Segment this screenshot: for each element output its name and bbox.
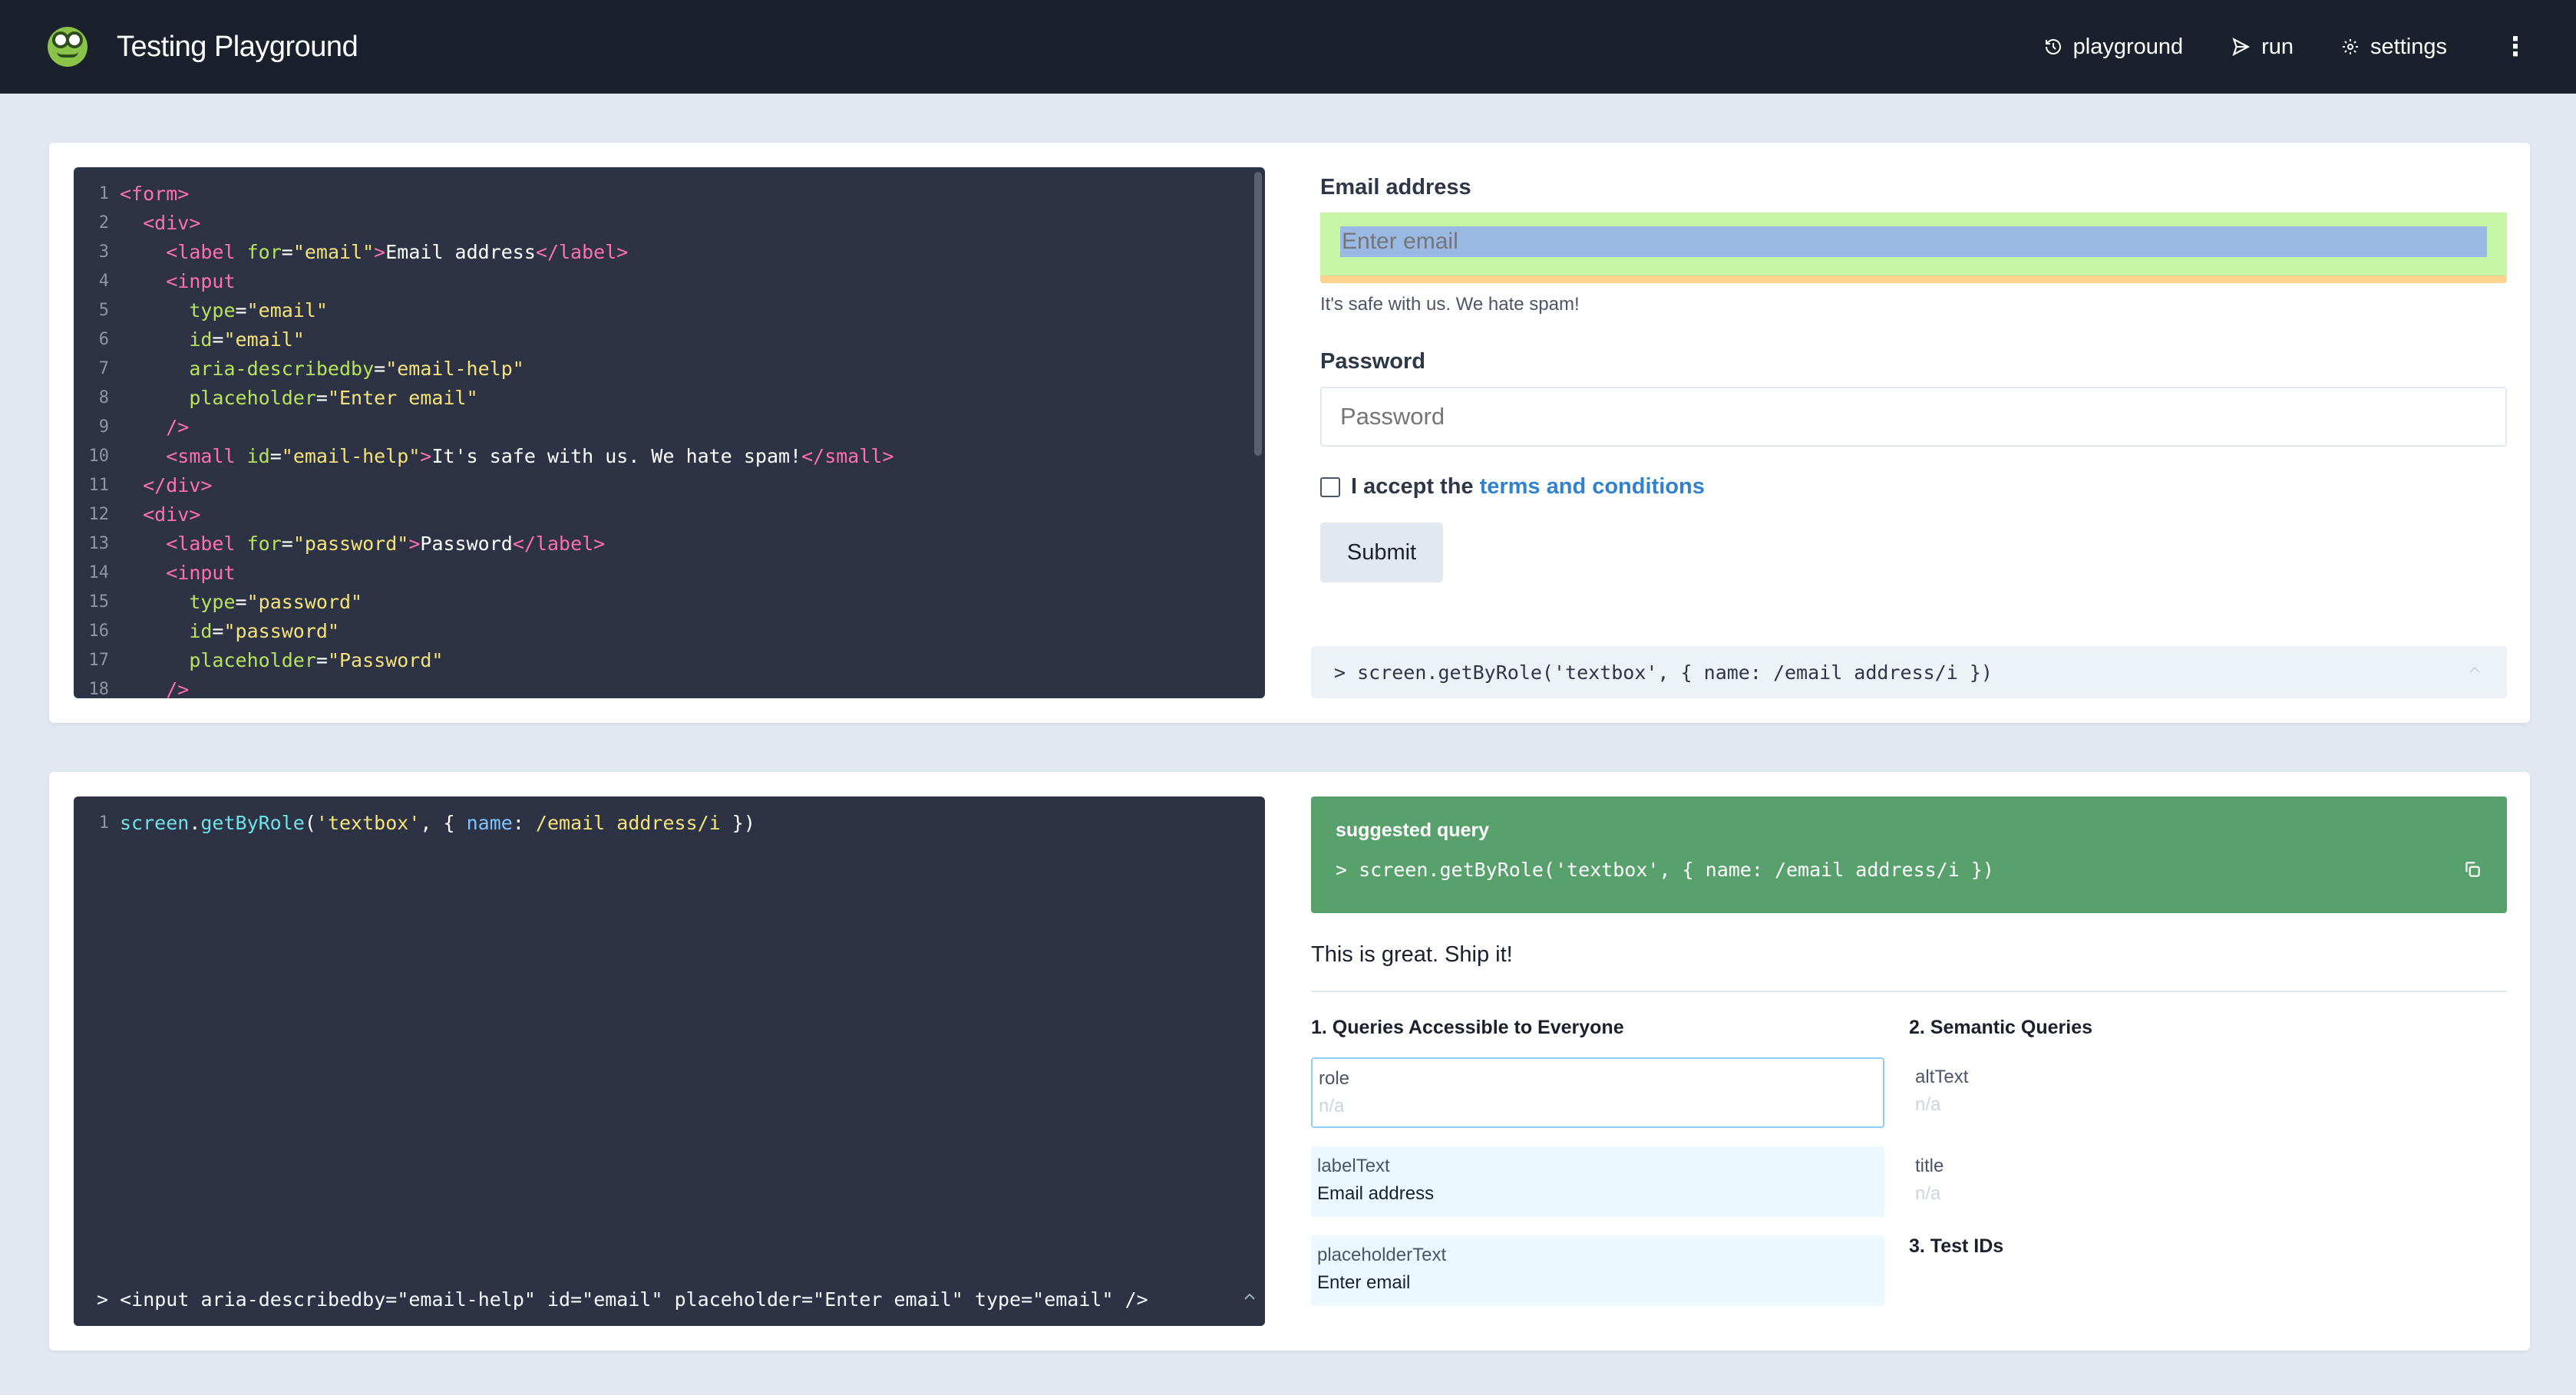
frog-logo-icon bbox=[48, 27, 88, 67]
code-line: 7 aria-describedby = "email-help" bbox=[98, 358, 524, 380]
editor-scrollbar[interactable] bbox=[1254, 172, 1262, 456]
terms-link[interactable]: terms and conditions bbox=[1480, 474, 1705, 500]
send-icon bbox=[2231, 37, 2251, 57]
nav-playground[interactable]: playground bbox=[2044, 34, 2184, 60]
markup-panel: 1 <form> 2 <div> 3 <label for = "email" > Ema… bbox=[49, 143, 2530, 723]
nav-settings[interactable]: settings bbox=[2341, 35, 2447, 60]
code-line: 1 <form> bbox=[98, 183, 190, 205]
queries-accessible-column: 1. Queries Accessible to Everyone role n… bbox=[1311, 1017, 1884, 1324]
code-line: 13 <label for = "password" > Password </label… bbox=[88, 533, 606, 555]
code-line: 6 id = "email" bbox=[98, 328, 305, 351]
query-preview-bar[interactable]: > screen.getByRole('textbox', { name: /e… bbox=[1311, 646, 2507, 698]
more-vertical-icon[interactable]: ⋮ bbox=[2502, 34, 2528, 60]
nav-run-label: run bbox=[2261, 34, 2294, 59]
markup-editor[interactable]: 1 <form> 2 <div> 3 <label for = "email" > Ema… bbox=[74, 167, 1265, 698]
form-preview: Email address It's safe with us. We hate… bbox=[1320, 175, 2507, 582]
app-title: Testing Playground bbox=[117, 30, 358, 63]
suggested-query-title: suggested query bbox=[1336, 820, 1490, 841]
query-preview-text: > screen.getByRole('textbox', { name: /e… bbox=[1334, 661, 1993, 684]
query-placeholdertext[interactable]: placeholderText Enter email bbox=[1311, 1235, 1884, 1306]
email-highlight bbox=[1320, 213, 2507, 283]
code-line: 18 /> bbox=[88, 678, 190, 698]
code-line: 10 <small id = "email-help" > It's safe with… bbox=[88, 445, 894, 467]
query-labeltext[interactable]: labelText Email address bbox=[1311, 1146, 1884, 1217]
history-icon bbox=[2044, 38, 2062, 56]
code-line: 12 <div> bbox=[88, 503, 201, 526]
nav-settings-label: settings bbox=[2370, 34, 2447, 59]
code-line: 8 placeholder = "Enter email" bbox=[98, 387, 478, 409]
password-label: Password bbox=[1320, 349, 1425, 374]
terms-row: I accept the terms and conditions bbox=[1320, 474, 2507, 500]
query-alttext[interactable]: altText n/a bbox=[1909, 1057, 2482, 1128]
divider bbox=[1311, 991, 2507, 992]
code-line: 17 placeholder = "Password" bbox=[88, 649, 444, 671]
code-line: 15 type = "password" bbox=[88, 591, 363, 613]
result-element-bar[interactable]: > <input aria-describedby="email-help" i… bbox=[74, 1272, 1265, 1326]
result-element-text: > <input aria-describedby="email-help" i… bbox=[97, 1288, 1148, 1311]
submit-button[interactable]: Submit bbox=[1320, 523, 1443, 582]
code-line: 2 <div> bbox=[98, 212, 201, 234]
suggested-query-box: suggested query > screen.getByRole('text… bbox=[1311, 796, 2507, 913]
email-help-text: It's safe with us. We hate spam! bbox=[1320, 294, 1580, 315]
chevron-up-icon[interactable] bbox=[2396, 638, 2484, 706]
result-message: This is great. Ship it! bbox=[1311, 942, 1513, 967]
code-line: 1 screen. getByRole('textbox', { name: /e… bbox=[98, 812, 755, 834]
code-line: 4 <input bbox=[98, 270, 236, 292]
gear-icon bbox=[2341, 38, 2360, 56]
chevron-up-icon[interactable] bbox=[1148, 1265, 1259, 1326]
app-header: Testing Playground playground run settin… bbox=[0, 0, 2576, 94]
semantic-queries-column: 2. Semantic Queries altText n/a title n/… bbox=[1909, 1017, 2482, 1324]
result-pane: suggested query > screen.getByRole('text… bbox=[1311, 796, 2507, 1324]
password-field[interactable] bbox=[1320, 387, 2507, 447]
code-line: 14 <input bbox=[88, 562, 236, 584]
code-line: 16 id = "password" bbox=[88, 620, 340, 642]
accept-text: I accept the bbox=[1351, 474, 1474, 499]
email-field[interactable] bbox=[1340, 226, 2487, 257]
nav-run[interactable]: run bbox=[2231, 35, 2294, 60]
code-line: 5 type = "email" bbox=[98, 299, 328, 322]
col2-title: 2. Semantic Queries bbox=[1909, 1017, 2093, 1038]
suggested-query-text: > screen.getByRole('textbox', { name: /e… bbox=[1336, 859, 1994, 881]
col3-title: 3. Test IDs bbox=[1909, 1235, 2004, 1257]
query-editor[interactable]: 1 screen. getByRole('textbox', { name: /e… bbox=[74, 796, 1265, 1326]
nav-playground-label: playground bbox=[2072, 34, 2184, 59]
copy-icon[interactable] bbox=[2462, 859, 2482, 883]
email-label: Email address bbox=[1320, 175, 1471, 200]
code-line: 3 <label for = "email" > Email address </labe… bbox=[98, 241, 629, 263]
col1-title: 1. Queries Accessible to Everyone bbox=[1311, 1017, 1624, 1038]
code-line: 11 </div> bbox=[88, 474, 213, 496]
query-role[interactable]: role n/a bbox=[1311, 1057, 1884, 1128]
top-nav: playground run settings ⋮ bbox=[1996, 34, 2528, 60]
query-panel: 1 screen. getByRole('textbox', { name: /e… bbox=[49, 772, 2530, 1350]
code-line: 9 /> bbox=[98, 416, 190, 438]
terms-checkbox[interactable] bbox=[1320, 477, 1340, 497]
query-title[interactable]: title n/a bbox=[1909, 1146, 2482, 1217]
